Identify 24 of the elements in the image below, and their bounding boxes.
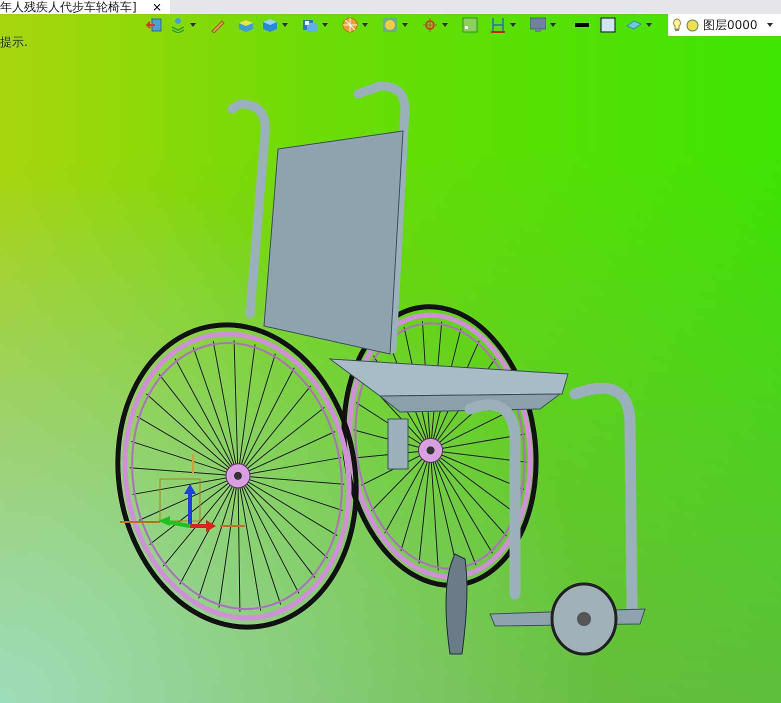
color-swatch-icon[interactable] [600,17,616,33]
monitor-icon[interactable] [530,17,546,33]
caret-icon[interactable] [190,23,196,27]
exit-icon[interactable] [146,17,162,33]
pie-icon[interactable] [342,17,358,33]
caret-icon[interactable] [550,23,556,27]
layer-dropdown[interactable]: 图层0000 [668,14,781,36]
layer-name: 图层0000 [703,17,759,34]
axis-triad-icon [119,454,246,532]
tab-close-button[interactable]: × [150,0,164,14]
tab-title: 年人残疾人代步车轮椅车] [0,0,137,14]
view-cube-icon[interactable] [302,17,318,33]
caret-icon[interactable] [362,23,368,27]
caret-icon[interactable] [442,23,448,27]
prompt-text: 提示. [0,34,28,51]
caret-icon[interactable] [510,23,516,27]
caret-icon[interactable] [282,23,288,27]
dimension-icon[interactable] [490,17,506,33]
document-tab[interactable]: 年人残疾人代步车轮椅车] × [0,0,170,14]
caret-icon[interactable] [646,23,652,27]
caret-icon[interactable] [402,23,408,27]
caret-icon[interactable] [767,23,773,27]
lightbulb-icon[interactable] [672,18,682,32]
caret-icon[interactable] [322,23,328,27]
